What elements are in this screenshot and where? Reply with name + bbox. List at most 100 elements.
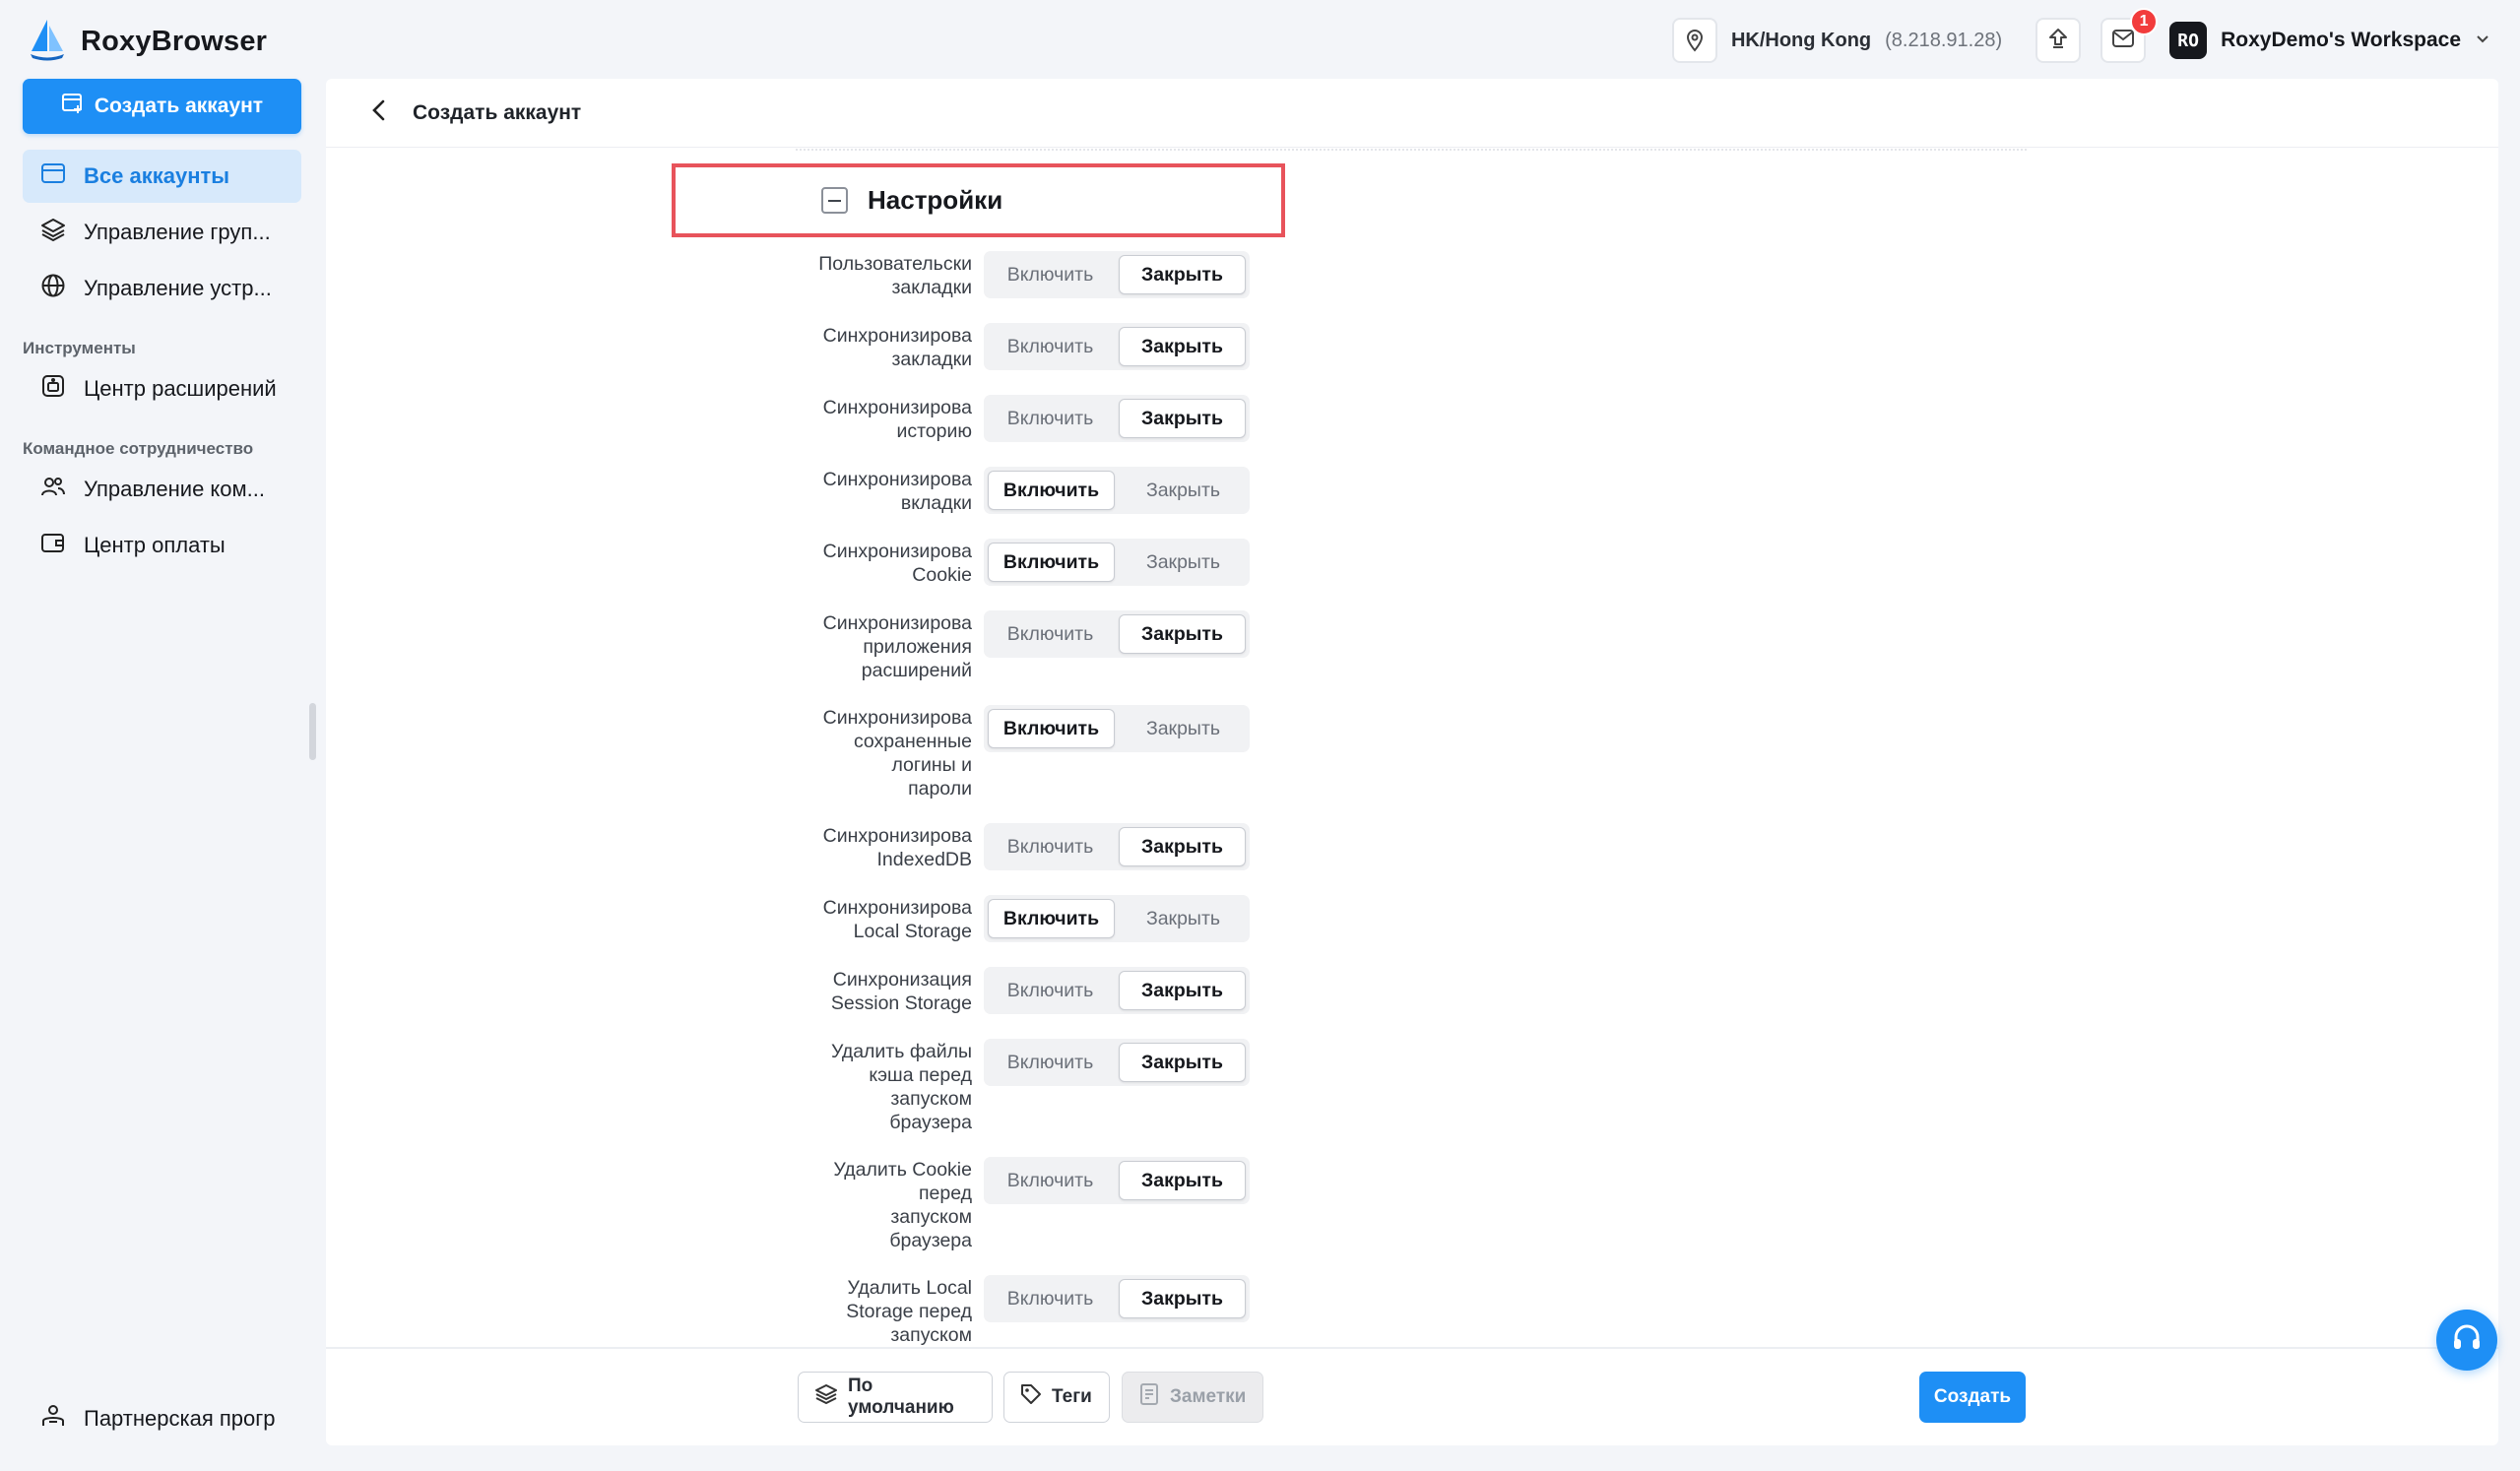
sidebar-scrollbar[interactable] bbox=[309, 703, 316, 760]
setting-toggle[interactable]: Включить Закрыть bbox=[984, 1157, 1250, 1204]
sidebar-item-devices[interactable]: Управление устр... bbox=[23, 262, 301, 315]
location-text: HK/Hong Kong bbox=[1730, 29, 1872, 51]
app-logo: RoxyBrowser bbox=[28, 16, 267, 67]
sidebar-item-extensions[interactable]: Центр расширений bbox=[23, 362, 301, 416]
upgrade-button[interactable] bbox=[2035, 18, 2082, 63]
enable-option[interactable]: Включить bbox=[988, 971, 1113, 1010]
enable-option[interactable]: Включить bbox=[988, 899, 1115, 938]
disable-option[interactable]: Закрыть bbox=[1121, 899, 1246, 938]
disable-option[interactable]: Закрыть bbox=[1119, 327, 1246, 366]
enable-option[interactable]: Включить bbox=[988, 827, 1113, 866]
setting-toggle[interactable]: Включить Закрыть bbox=[984, 323, 1250, 370]
collapse-icon[interactable] bbox=[821, 187, 848, 214]
sidebar-item-label: Управление устр... bbox=[84, 276, 272, 300]
tag-icon bbox=[1020, 1383, 1042, 1411]
enable-option[interactable]: Включить bbox=[988, 1043, 1113, 1082]
disable-option[interactable]: Закрыть bbox=[1121, 471, 1246, 510]
workspace-switcher[interactable]: RO RoxyDemo's Workspace bbox=[2169, 22, 2490, 59]
disable-option[interactable]: Закрыть bbox=[1119, 971, 1246, 1010]
disable-option[interactable]: Закрыть bbox=[1119, 1161, 1246, 1200]
ip-text: (8.218.91.28) bbox=[1885, 29, 2003, 51]
proxy-location[interactable]: HK/Hong Kong (8.218.91.28) bbox=[1671, 16, 2003, 65]
section-title: Настройки bbox=[868, 185, 1003, 215]
upload-arrow-icon bbox=[2046, 27, 2070, 55]
disable-option[interactable]: Закрыть bbox=[1119, 614, 1246, 654]
sidebar-item-payment[interactable]: Центр оплаты bbox=[23, 519, 301, 572]
setting-toggle[interactable]: Включить Закрыть bbox=[984, 1275, 1250, 1322]
roxy-logo-icon bbox=[28, 18, 67, 66]
default-button[interactable]: По умолчанию bbox=[798, 1372, 993, 1423]
notes-icon bbox=[1138, 1382, 1160, 1412]
enable-option[interactable]: Включить bbox=[988, 709, 1115, 748]
partner-icon bbox=[40, 1403, 66, 1435]
enable-option[interactable]: Включить bbox=[988, 399, 1113, 438]
disable-option[interactable]: Закрыть bbox=[1119, 827, 1246, 866]
setting-toggle[interactable]: Включить Закрыть bbox=[984, 823, 1250, 870]
setting-label: Удалить Local Storage перед запуском bbox=[846, 1277, 972, 1346]
tags-button[interactable]: Теги bbox=[1003, 1372, 1110, 1423]
sidebar-item-label: Все аккаунты bbox=[84, 163, 230, 188]
sidebar-item-label: Партнерская прогр bbox=[84, 1406, 276, 1431]
notes-button[interactable]: Заметки bbox=[1122, 1372, 1263, 1423]
disable-option[interactable]: Закрыть bbox=[1121, 543, 1246, 582]
settings-section-header[interactable]: Настройки bbox=[672, 163, 1285, 237]
extension-icon bbox=[40, 373, 66, 405]
setting-toggle[interactable]: Включить Закрыть bbox=[984, 1039, 1250, 1086]
setting-label: Синхронизирова сохраненные логины и паро… bbox=[822, 707, 972, 799]
disable-option[interactable]: Закрыть bbox=[1119, 1043, 1246, 1082]
setting-label: Синхронизирова приложения расширений bbox=[822, 612, 972, 681]
disable-option[interactable]: Закрыть bbox=[1121, 709, 1246, 748]
headset-icon bbox=[2450, 1321, 2484, 1360]
setting-label: Синхронизирова вкладки bbox=[822, 469, 972, 514]
setting-toggle[interactable]: Включить Закрыть bbox=[984, 395, 1250, 442]
enable-option[interactable]: Включить bbox=[988, 614, 1113, 654]
chevron-down-icon bbox=[2475, 32, 2490, 49]
globe-icon bbox=[40, 273, 66, 304]
enable-option[interactable]: Включить bbox=[988, 543, 1115, 582]
enable-option[interactable]: Включить bbox=[988, 1161, 1113, 1200]
footer-divider bbox=[326, 1347, 2498, 1349]
setting-toggle[interactable]: Включить Закрыть bbox=[984, 539, 1250, 586]
setting-label: Синхронизирова Cookie bbox=[822, 541, 972, 586]
setting-toggle[interactable]: Включить Закрыть bbox=[984, 251, 1250, 298]
setting-label: Удалить Cookie перед запуском браузера bbox=[833, 1159, 972, 1251]
sidebar-item-all-accounts[interactable]: Все аккаунты bbox=[23, 150, 301, 203]
back-arrow-icon[interactable] bbox=[369, 98, 389, 127]
setting-label: Синхронизирова IndexedDB bbox=[822, 825, 972, 870]
setting-label: Синхронизирова историю bbox=[822, 397, 972, 442]
support-button[interactable] bbox=[2436, 1310, 2497, 1371]
enable-option[interactable]: Включить bbox=[988, 1279, 1113, 1318]
messages-button[interactable]: 1 bbox=[2100, 8, 2159, 63]
disable-option[interactable]: Закрыть bbox=[1119, 255, 1246, 294]
wallet-icon bbox=[40, 531, 66, 560]
setting-label: Синхронизирова закладки bbox=[822, 325, 972, 370]
setting-toggle[interactable]: Включить Закрыть bbox=[984, 705, 1250, 752]
create-submit-button[interactable]: Создать bbox=[1919, 1372, 2026, 1423]
sidebar-item-groups[interactable]: Управление груп... bbox=[23, 206, 301, 259]
main-panel bbox=[326, 79, 2498, 1445]
mail-badge: 1 bbox=[2130, 8, 2159, 35]
enable-option[interactable]: Включить bbox=[988, 327, 1113, 366]
section-team: Командное сотрудничество bbox=[23, 439, 254, 458]
sidebar-item-label: Управление груп... bbox=[84, 220, 271, 244]
setting-toggle[interactable]: Включить Закрыть bbox=[984, 610, 1250, 658]
layers-icon bbox=[814, 1382, 838, 1412]
setting-toggle[interactable]: Включить Закрыть bbox=[984, 895, 1250, 942]
setting-label: Синхронизирова Local Storage bbox=[822, 897, 972, 942]
users-icon bbox=[40, 475, 66, 504]
divider bbox=[796, 149, 2027, 151]
disable-option[interactable]: Закрыть bbox=[1119, 1279, 1246, 1318]
layers-icon bbox=[40, 217, 66, 248]
enable-option[interactable]: Включить bbox=[988, 471, 1115, 510]
topbar-actions: HK/Hong Kong (8.218.91.28) 1 RO RoxyDemo… bbox=[1671, 8, 2490, 67]
workspace-name: RoxyDemo's Workspace bbox=[2221, 29, 2461, 51]
setting-toggle[interactable]: Включить Закрыть bbox=[984, 467, 1250, 514]
location-pin-icon bbox=[1671, 18, 1717, 63]
enable-option[interactable]: Включить bbox=[988, 255, 1113, 294]
create-account-button[interactable]: Создать аккаунт bbox=[23, 79, 301, 134]
disable-option[interactable]: Закрыть bbox=[1119, 399, 1246, 438]
sidebar-item-team[interactable]: Управление ком... bbox=[23, 463, 301, 516]
panel-header: Создать аккаунт bbox=[326, 79, 2498, 148]
sidebar-item-partner[interactable]: Партнерская прогр bbox=[23, 1392, 301, 1445]
setting-toggle[interactable]: Включить Закрыть bbox=[984, 967, 1250, 1014]
